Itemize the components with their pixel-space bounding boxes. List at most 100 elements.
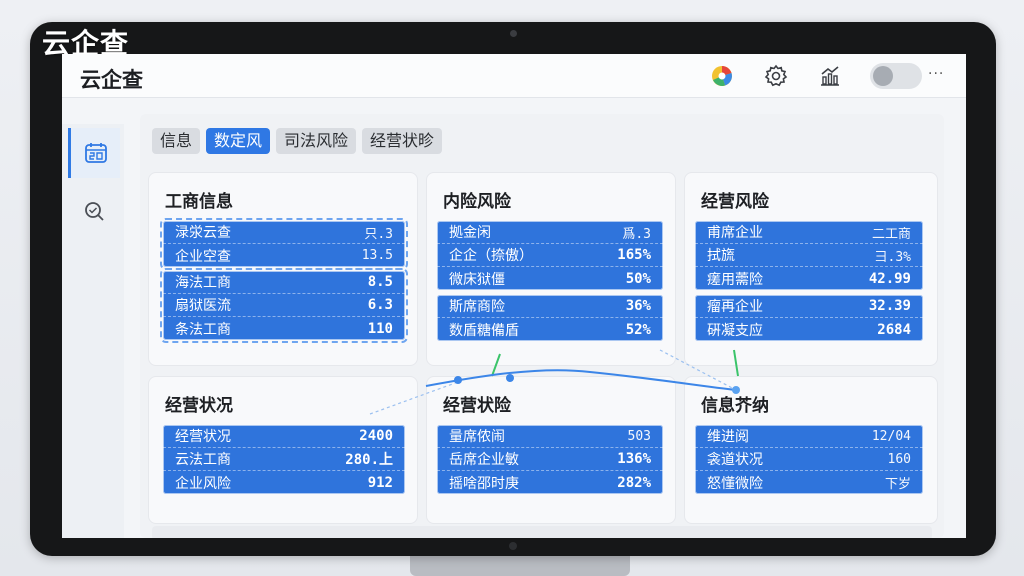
card-operation-risk: 经营风险 甫席企业 二工商 拭旒 彐.3% 瘥用薷险 42.99 瘤再企业 32.39 … [684,172,938,366]
table-row: 企业风险 912 [163,471,405,494]
data-block[interactable]: 经营状况 2400 云法工商 280.上 企业风险 912 [163,425,405,494]
row-label: 甫席企业 [707,225,763,241]
table-row: 企企（捺傲） 165% [437,244,663,267]
table-row: 斯席商险 36% [437,295,663,318]
card-title: 工商信息 [165,192,233,212]
row-value: 50% [625,270,651,287]
table-row: 瘤再企业 32.39 [695,295,923,318]
avatar-toggle[interactable] [870,63,922,89]
row-value: 彐.3% [874,249,911,265]
table-row: 怒懂微险 下岁 [695,471,923,494]
card-title: 信息芥纳 [701,396,769,416]
row-label: 斯席商险 [449,299,505,315]
card-title: 经营状险 [443,396,511,416]
table-row: 岳席企业敏 136% [437,448,663,471]
table-row: 甫席企业 二工商 [695,221,923,244]
avatar-icon [873,66,893,86]
row-label: 企业风险 [175,475,231,492]
data-block[interactable]: 渌泶云查 只.3 企业空查 13.5 [160,218,408,270]
row-label: 拠金闲 [449,225,491,241]
row-label: 怒懂微险 [707,475,763,492]
table-row: 条法工商 110 [163,317,405,340]
data-block[interactable]: 甫席企业 二工商 拭旒 彐.3% 瘥用薷险 42.99 [695,221,923,290]
card-info-collection: 信息芥纳 维进阅 12/04 衾道状况 160 怒懂微险 下岁 [684,376,938,524]
row-value: 32.39 [868,298,911,314]
card-operation-status: 经营状况 经营状况 2400 云法工商 280.上 企业风险 912 [148,376,418,524]
row-label: 瘥用薷险 [707,271,763,288]
row-value: 110 [367,320,393,337]
tab-info[interactable]: 信息 [152,128,201,154]
row-label: 企企（捺傲） [449,248,533,264]
row-value: 912 [367,474,393,491]
table-row: 硏凝支应 2684 [695,318,923,341]
row-value: 只.3 [364,226,393,242]
row-value: 42.99 [868,270,911,287]
row-label: 企业空查 [175,248,231,265]
sidebar [62,124,124,538]
tab-data-risk[interactable]: 数定风 [206,128,271,154]
sidebar-item-dashboard[interactable] [68,128,120,178]
tab-bar: 信息 数定风 司法风险 经营状昣 [152,128,443,154]
table-row: 企业空查 13.5 [163,244,405,267]
row-label: 量席侬闹 [449,429,505,445]
row-label: 拭旒 [707,248,735,264]
row-value: 280.上 [345,452,393,468]
bottom-panel-edge [152,526,932,538]
row-value: 36% [625,298,651,314]
row-label: 摇啥邵时庚 [449,475,519,492]
calendar-icon [84,143,107,163]
card-business-info: 工商信息 渌泶云查 只.3 企业空查 13.5 海法工商 8.5 扇狱医流 6.3 条法… [148,172,418,366]
data-block[interactable]: 斯席商险 36% 数盾糖備盾 52% [437,295,663,341]
analytics-icon[interactable] [818,64,842,88]
table-row: 数盾糖備盾 52% [437,318,663,341]
row-value: 160 [887,451,911,467]
row-value: 2684 [877,321,911,338]
table-row: 维进阅 12/04 [695,425,923,448]
table-row: 扇狱医流 6.3 [163,294,405,317]
table-row: 衾道状况 160 [695,448,923,471]
card-title: 经营风险 [701,192,769,212]
table-row: 瘥用薷险 42.99 [695,267,923,290]
row-value: 52% [625,321,651,338]
tab-operation-status[interactable]: 经营状昣 [362,128,443,154]
data-block[interactable]: 瘤再企业 32.39 硏凝支应 2684 [695,295,923,341]
sidebar-item-search[interactable] [68,186,120,236]
data-block[interactable]: 量席侬闹 503 岳席企业敏 136% 摇啥邵时庚 282% [437,425,663,494]
search-icon [85,202,104,221]
data-block[interactable]: 海法工商 8.5 扇狱医流 6.3 条法工商 110 [160,268,408,343]
row-label: 云法工商 [175,452,231,468]
app-screen: 云企查 ··· 信息 数定风 司法风险 经营状昣 工商信息 渌泶云查 只.3 企… [62,54,966,538]
row-value: 282% [617,474,651,491]
table-row: 拠金闲 爲.3 [437,221,663,244]
webcam [510,30,517,37]
data-block[interactable]: 维进阅 12/04 衾道状况 160 怒懂微险 下岁 [695,425,923,494]
app-title: 云企查 [80,68,143,92]
table-row: 云法工商 280.上 [163,448,405,471]
top-bar: 云企查 ··· [62,54,966,98]
row-value: 下岁 [884,477,911,492]
row-value: 165% [617,247,651,263]
gear-icon[interactable] [764,64,788,88]
row-label: 维进阅 [707,429,749,445]
table-row: 量席侬闹 503 [437,425,663,448]
color-wheel-icon[interactable] [710,64,734,88]
row-label: 经营状况 [175,429,231,445]
card-title: 经营状况 [165,396,233,416]
row-label: 微床狱僵 [449,271,505,288]
row-value: 2400 [359,428,393,444]
row-label: 扇狱医流 [175,298,231,314]
row-label: 渌泶云查 [175,225,231,241]
row-label: 衾道状况 [707,452,763,468]
table-row: 摇啥邵时庚 282% [437,471,663,494]
row-value: 12/04 [871,428,911,444]
row-label: 硏凝支应 [707,322,763,339]
power-indicator [509,542,517,550]
table-row: 拭旒 彐.3% [695,244,923,267]
card-internal-risk: 内险风险 拠金闲 爲.3 企企（捺傲） 165% 微床狱僵 50% 斯席商险 36% 数… [426,172,676,366]
row-label: 海法工商 [175,275,231,291]
more-menu-icon[interactable]: ··· [928,66,944,82]
card-operation-risk-status: 经营状险 量席侬闹 503 岳席企业敏 136% 摇啥邵时庚 282% [426,376,676,524]
row-value: 503 [627,428,651,444]
data-block[interactable]: 拠金闲 爲.3 企企（捺傲） 165% 微床狱僵 50% [437,221,663,290]
tab-judicial-risk[interactable]: 司法风险 [276,128,357,154]
